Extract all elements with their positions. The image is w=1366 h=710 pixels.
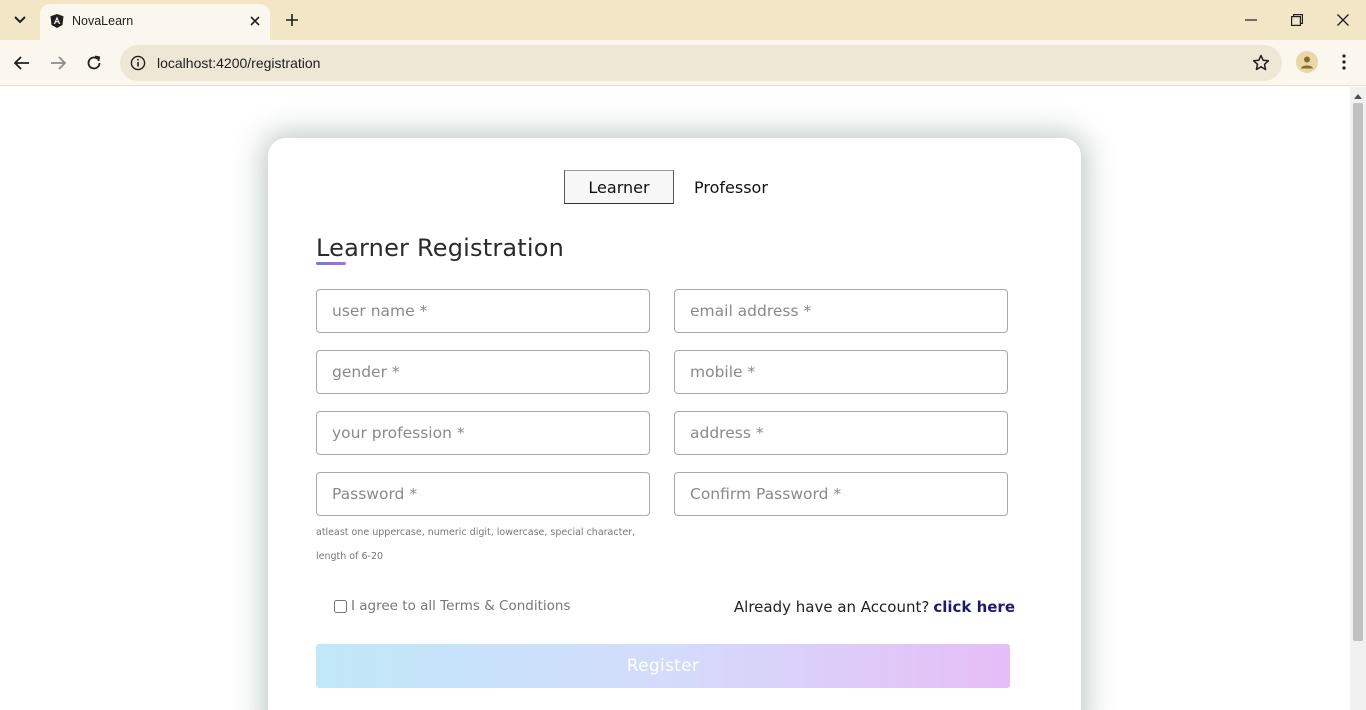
- browser-tab[interactable]: NovaLearn: [40, 4, 270, 40]
- tab-professor[interactable]: Professor: [674, 170, 788, 204]
- kebab-menu-icon[interactable]: [1334, 50, 1354, 74]
- register-button[interactable]: Register: [316, 644, 1010, 688]
- forward-icon[interactable]: [44, 49, 72, 77]
- terms-agreement: I agree to all Terms & Conditions: [334, 598, 571, 614]
- login-prompt: Already have an Account? click here: [734, 598, 1015, 616]
- password-hint: atleast one uppercase, numeric digit, lo…: [316, 527, 636, 562]
- address-field[interactable]: [674, 411, 1008, 455]
- minimize-icon[interactable]: [1236, 6, 1266, 34]
- browser-tabstrip: NovaLearn: [0, 0, 1366, 40]
- profession-field[interactable]: [316, 411, 650, 455]
- back-icon[interactable]: [8, 49, 36, 77]
- url-text: localhost:4200/registration: [157, 55, 321, 71]
- star-icon[interactable]: [1250, 52, 1272, 74]
- page-scrollbar[interactable]: [1350, 87, 1366, 710]
- username-field[interactable]: [316, 289, 650, 333]
- login-link[interactable]: click here: [933, 598, 1015, 616]
- tab-learner[interactable]: Learner: [564, 170, 674, 204]
- password-field[interactable]: [316, 472, 650, 516]
- restore-icon[interactable]: [1282, 6, 1312, 34]
- profile-icon[interactable]: [1296, 51, 1318, 73]
- gender-field[interactable]: [316, 350, 650, 394]
- account-prompt-text: Already have an Account?: [733, 598, 930, 616]
- terms-checkbox[interactable]: [334, 599, 347, 613]
- browser-toolbar: localhost:4200/registration: [0, 40, 1366, 86]
- tab-title: NovaLearn: [72, 14, 134, 28]
- page-title: Learner Registration: [316, 234, 565, 262]
- tab-search-icon[interactable]: [6, 6, 34, 34]
- close-window-icon[interactable]: [1328, 6, 1358, 34]
- reload-icon[interactable]: [80, 49, 108, 77]
- mobile-field[interactable]: [674, 350, 1008, 394]
- role-tabs: Learner Professor: [564, 170, 788, 204]
- angular-favicon-icon: [50, 14, 64, 28]
- terms-label: I agree to all Terms & Conditions: [351, 598, 571, 614]
- scrollbar-thumb[interactable]: [1353, 103, 1363, 641]
- site-info-icon[interactable]: [128, 53, 148, 73]
- title-underline: [316, 262, 346, 265]
- registration-card: Learner Professor Learner Registration a…: [268, 138, 1081, 710]
- plus-icon[interactable]: [280, 8, 304, 32]
- scroll-up-arrow-icon[interactable]: [1350, 89, 1366, 103]
- address-bar[interactable]: localhost:4200/registration: [120, 45, 1282, 81]
- close-icon[interactable]: [246, 12, 264, 30]
- confirm-password-field[interactable]: [674, 472, 1008, 516]
- page-viewport: Learner Professor Learner Registration a…: [0, 87, 1350, 710]
- email-field[interactable]: [674, 289, 1008, 333]
